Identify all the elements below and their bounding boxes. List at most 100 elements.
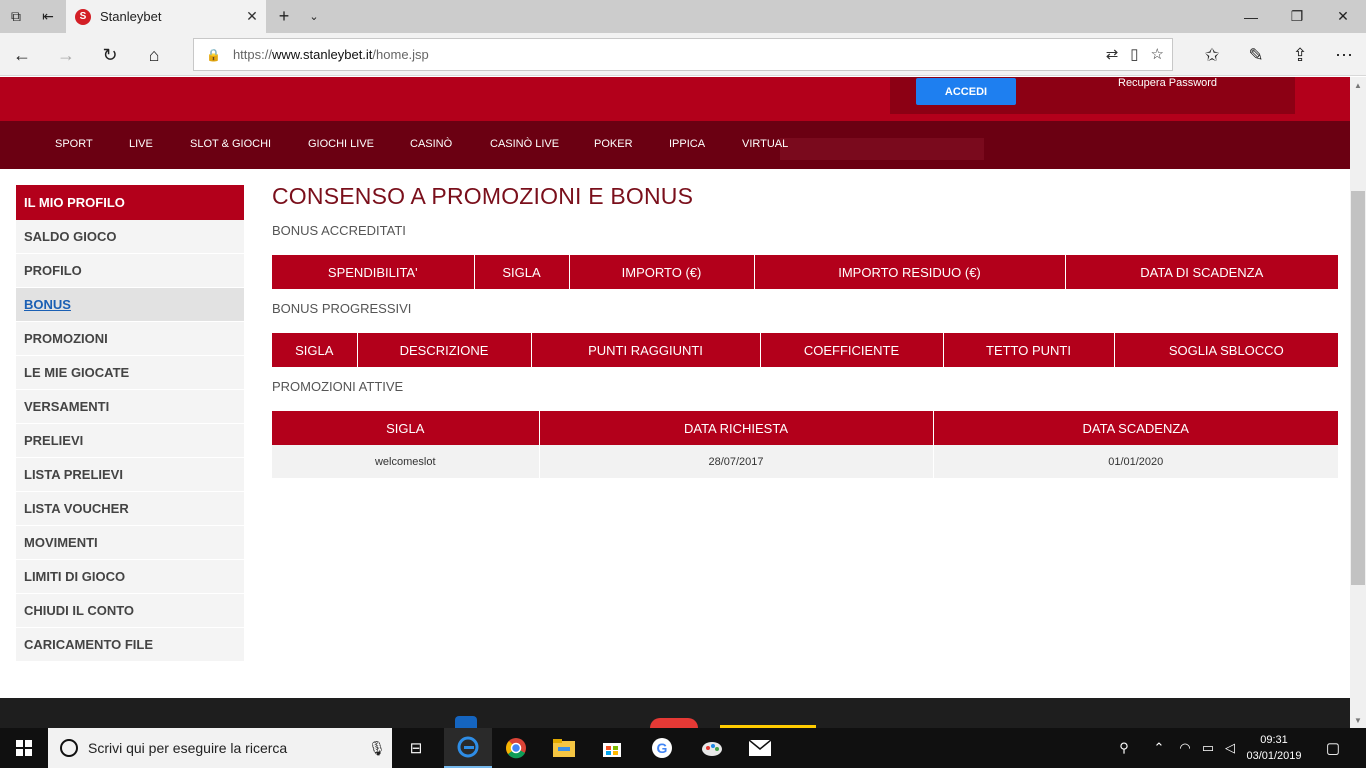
file-explorer-icon[interactable] [540,728,588,768]
menu-slot-giochi[interactable]: SLOT & GIOCHI [190,138,271,150]
main-content: CONSENSO A PROMOZIONI E BONUS BONUS ACCR… [272,183,1338,478]
site-header: ACCEDI Recupera Password [0,77,1350,121]
volume-icon[interactable]: ◁ [1220,728,1240,768]
column-header: SOGLIA SBLOCCO [1114,333,1338,367]
taskbar-search[interactable]: Scrivi qui per eseguire la ricerca 🎙 [48,728,392,768]
scroll-thumb[interactable] [1351,191,1365,585]
recover-password-link[interactable]: Recupera Password [1118,77,1217,89]
bonus-accreditati-table: SPENDIBILITA' SIGLA IMPORTO (€) IMPORTO … [272,255,1338,289]
people-icon[interactable]: ⚲ [1112,728,1136,768]
window-close-icon[interactable]: ✕ [1320,0,1366,33]
scroll-up-icon[interactable]: ▲ [1350,77,1366,93]
browser-tab[interactable]: S Stanleybet ✕ [66,0,266,33]
microphone-icon[interactable]: 🎙 [362,740,392,757]
restore-icon[interactable]: ❐ [1274,0,1320,33]
forward-icon[interactable]: → [50,39,82,71]
more-menu-icon[interactable]: ⋯ [1328,39,1360,71]
sidebar-item-promozioni[interactable]: PROMOZIONI [16,322,244,356]
mastercard-logo-icon [650,718,698,728]
sidebar-item-le-mie-giocate[interactable]: LE MIE GIOCATE [16,356,244,390]
column-header: SIGLA [272,411,540,445]
page-scrollbar[interactable]: ▲ ▼ [1350,77,1366,728]
menu-casino[interactable]: CASINÒ [410,138,452,150]
menu-live[interactable]: LIVE [129,138,153,150]
login-box: ACCEDI Recupera Password [890,77,1295,114]
page-footer [0,698,1350,728]
notes-pen-icon[interactable]: ✎ [1240,39,1272,71]
set-aside-tabs-icon[interactable]: ⇤ [32,0,64,33]
scroll-down-icon[interactable]: ▼ [1350,712,1366,728]
table-row: welcomeslot 28/07/2017 01/01/2020 [272,445,1338,478]
menu-virtual[interactable]: VIRTUAL [742,138,788,150]
column-header: SPENDIBILITA' [272,255,475,289]
cortana-icon [60,739,78,757]
battery-icon[interactable]: ▭ [1198,728,1218,768]
menu-ippica[interactable]: IPPICA [669,138,705,150]
column-header: DATA DI SCADENZA [1065,255,1338,289]
store-icon[interactable] [588,728,636,768]
windows-start-icon[interactable] [0,728,48,768]
column-header: DATA RICHIESTA [539,411,934,445]
sidebar-item-profilo[interactable]: PROFILO [16,254,244,288]
tab-preview-chevron-icon[interactable]: ⌄ [298,0,330,33]
sidebar-item-chiudi-il-conto[interactable]: CHIUDI IL CONTO [16,594,244,628]
wifi-icon[interactable]: ◠ [1174,728,1196,768]
share-icon[interactable]: ⇪ [1284,39,1316,71]
column-header: PUNTI RAGGIUNTI [531,333,761,367]
paint-icon[interactable] [688,728,736,768]
refresh-icon[interactable]: ↻ [94,39,126,71]
cell-sigla: welcomeslot [272,445,540,478]
column-header: SIGLA [272,333,358,367]
sidebar-header: IL MIO PROFILO [16,185,244,220]
chrome-icon[interactable] [492,728,540,768]
taskbar-clock[interactable]: 09:31 03/01/2019 [1238,732,1310,764]
menu-sport[interactable]: SPORT [55,138,93,150]
tab-list-icon[interactable]: ⧉ [0,0,32,33]
favorites-hub-icon[interactable]: ✩ [1196,39,1228,71]
tab-close-icon[interactable]: ✕ [238,8,266,25]
sidebar-item-versamenti[interactable]: VERSAMENTI [16,390,244,424]
page-title: CONSENSO A PROMOZIONI E BONUS [272,183,694,209]
translate-icon[interactable]: ⇄ [1106,45,1119,63]
sidebar-item-prelievi[interactable]: PRELIEVI [16,424,244,458]
section-title-bonus-accreditati: BONUS ACCREDITATI [272,223,406,238]
footer-logo-icon [455,716,477,728]
tray-chevron-icon[interactable]: ⌃ [1148,728,1170,768]
sidebar-item-lista-prelievi[interactable]: LISTA PRELIEVI [16,458,244,492]
url-text: https://www.stanleybet.it/home.jsp [232,47,429,62]
back-icon[interactable]: ← [6,39,38,71]
notifications-icon[interactable]: ▢ [1318,728,1348,768]
column-header: DESCRIZIONE [357,333,532,367]
reading-view-icon[interactable]: ▯ [1130,45,1138,63]
new-tab-icon[interactable]: + [268,0,300,33]
search-ghost-field[interactable] [780,138,984,160]
sidebar-item-saldo-gioco[interactable]: SALDO GIOCO [16,220,244,254]
google-icon[interactable]: G [638,728,686,768]
sidebar-item-caricamento-file[interactable]: CARICAMENTO FILE [16,628,244,662]
menu-casino-live[interactable]: CASINÒ LIVE [490,138,559,150]
section-title-promozioni-attive: PROMOZIONI ATTIVE [272,379,404,394]
cell-data-richiesta: 28/07/2017 [539,445,934,478]
column-header: IMPORTO RESIDUO (€) [754,255,1066,289]
minimize-icon[interactable]: — [1228,0,1274,33]
promozioni-attive-table: SIGLA DATA RICHIESTA DATA SCADENZA welco… [272,411,1338,478]
column-header: DATA SCADENZA [933,411,1338,445]
profile-sidebar: IL MIO PROFILO SALDO GIOCO PROFILO BONUS… [16,185,244,662]
address-bar[interactable]: 🔒 https://www.stanleybet.it/home.jsp ⇄ ▯… [193,38,1173,71]
task-view-icon[interactable]: ⊟ [392,728,440,768]
favorite-star-icon[interactable]: ☆ [1151,45,1164,63]
login-button[interactable]: ACCEDI [916,78,1016,105]
sidebar-item-bonus[interactable]: BONUS [16,288,244,322]
bonus-progressivi-table: SIGLA DESCRIZIONE PUNTI RAGGIUNTI COEFFI… [272,333,1338,367]
sidebar-item-movimenti[interactable]: MOVIMENTI [16,526,244,560]
home-icon[interactable]: ⌂ [138,39,170,71]
menu-giochi-live[interactable]: GIOCHI LIVE [308,138,374,150]
sidebar-item-lista-voucher[interactable]: LISTA VOUCHER [16,492,244,526]
clock-date: 03/01/2019 [1246,750,1302,762]
menu-poker[interactable]: POKER [594,138,633,150]
browser-nav-bar: ← → ↻ ⌂ 🔒 https://www.stanleybet.it/home… [0,33,1366,76]
lock-icon: 🔒 [206,47,221,62]
mail-icon[interactable] [736,728,784,768]
edge-icon[interactable] [444,728,492,768]
sidebar-item-limiti-di-gioco[interactable]: LIMITI DI GIOCO [16,560,244,594]
